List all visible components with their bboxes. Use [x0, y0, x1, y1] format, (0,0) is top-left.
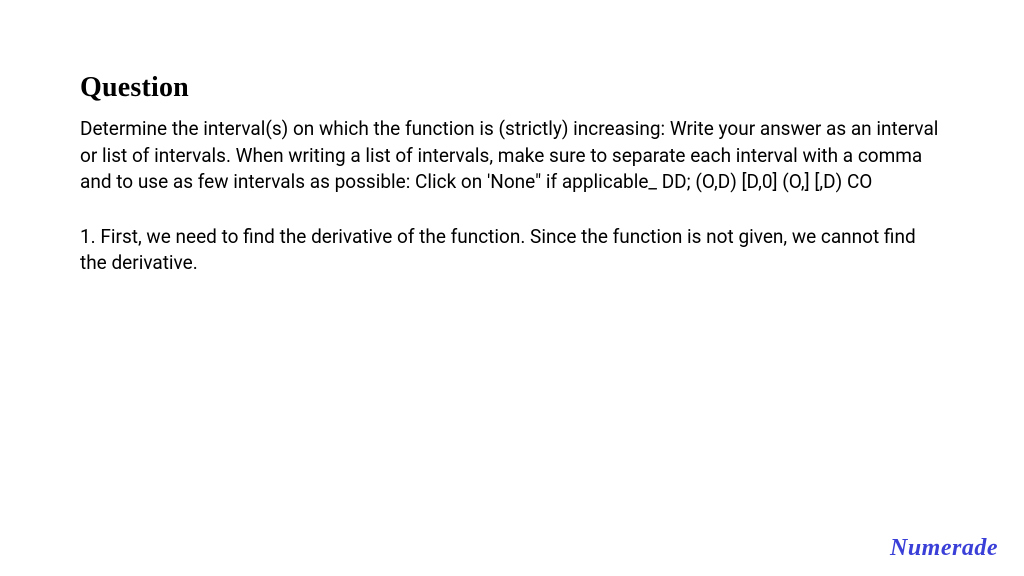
answer-step-1: 1. First, we need to find the derivative… [80, 224, 944, 277]
document-page: Question Determine the interval(s) on wh… [0, 0, 1024, 576]
question-heading: Question [80, 72, 944, 104]
brand-logo: Numerade [890, 535, 998, 562]
question-body: Determine the interval(s) on which the f… [80, 116, 944, 196]
